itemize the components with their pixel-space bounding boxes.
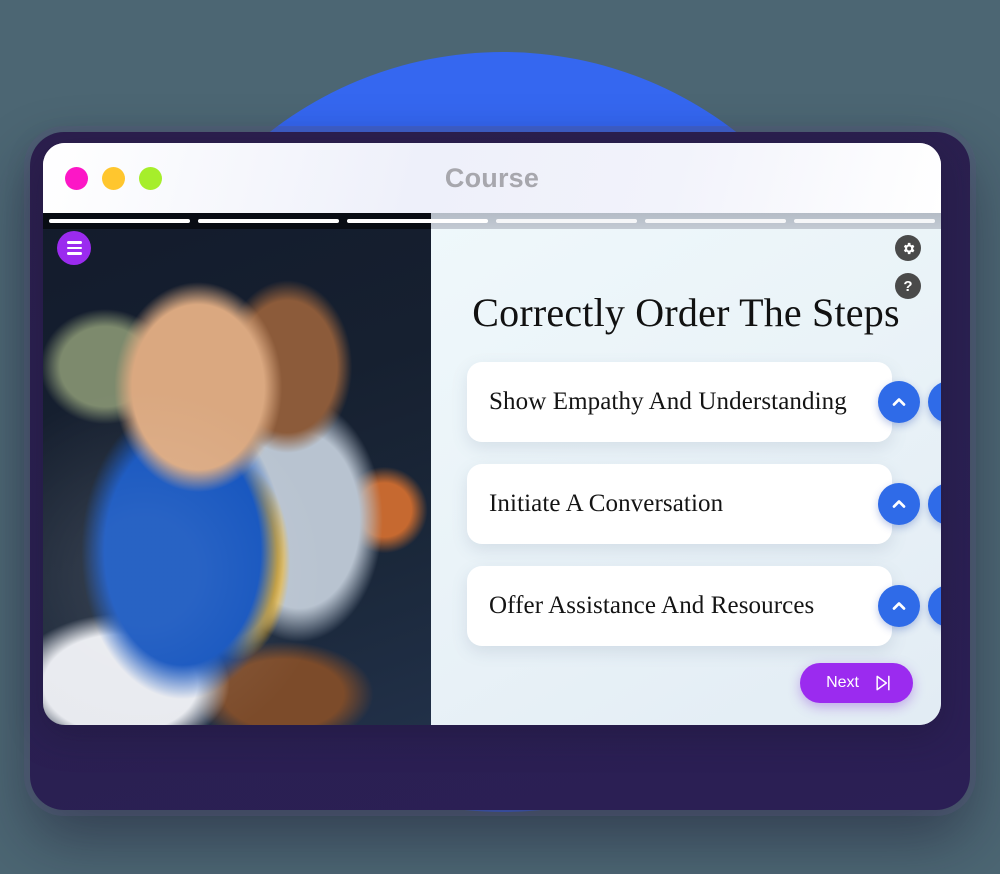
progress-segment-1 bbox=[49, 219, 190, 223]
hamburger-line bbox=[66, 241, 82, 244]
orderable-list: Show Empathy And Understanding Initiate … bbox=[431, 362, 941, 646]
list-item: Initiate A Conversation bbox=[467, 464, 941, 544]
window-title: Course bbox=[444, 162, 540, 193]
question-mark-icon[interactable]: ? bbox=[895, 273, 921, 299]
course-photo-pane bbox=[43, 213, 431, 725]
question-mark-glyph: ? bbox=[903, 277, 913, 295]
page-title: Correctly Order The Steps bbox=[472, 290, 900, 335]
course-photo bbox=[43, 213, 431, 725]
skip-forward-icon bbox=[873, 673, 893, 693]
chevron-down-icon[interactable] bbox=[928, 483, 941, 525]
progress-bar bbox=[43, 213, 941, 229]
course-content-pane: ? Correctly Order The Steps Show Empathy… bbox=[431, 213, 941, 725]
chevron-up-icon[interactable] bbox=[878, 483, 920, 525]
list-item-label: Initiate A Conversation bbox=[489, 490, 724, 517]
window-titlebar: Course bbox=[43, 143, 941, 213]
course-footer: Next bbox=[800, 663, 913, 703]
hamburger-icon[interactable] bbox=[57, 231, 91, 265]
chevron-up-icon[interactable] bbox=[878, 381, 920, 423]
hamburger-line bbox=[66, 252, 82, 255]
progress-segment-4 bbox=[496, 219, 637, 223]
list-item-label: Offer Assistance And Resources bbox=[489, 592, 815, 619]
window-body: ? Correctly Order The Steps Show Empathy… bbox=[43, 213, 941, 725]
list-item-label: Show Empathy And Understanding bbox=[489, 388, 847, 415]
list-item-card[interactable]: Offer Assistance And Resources bbox=[467, 566, 892, 646]
chevron-up-icon[interactable] bbox=[878, 585, 920, 627]
next-button[interactable]: Next bbox=[800, 663, 913, 703]
list-item-controls bbox=[878, 483, 941, 525]
chevron-down-icon[interactable] bbox=[928, 585, 941, 627]
next-button-label: Next bbox=[826, 674, 859, 691]
list-item-card[interactable]: Initiate A Conversation bbox=[467, 464, 892, 544]
app-window: Course ? Correctly Order The Steps Show … bbox=[43, 143, 941, 725]
progress-segment-5 bbox=[645, 219, 786, 223]
list-item-controls bbox=[878, 585, 941, 627]
progress-segment-2 bbox=[198, 219, 339, 223]
list-item-card[interactable]: Show Empathy And Understanding bbox=[467, 362, 892, 442]
page-stage: Course ? Correctly Order The Steps Show … bbox=[0, 0, 1000, 874]
progress-segment-6 bbox=[794, 219, 935, 223]
hamburger-line bbox=[66, 246, 82, 250]
progress-segment-3 bbox=[347, 219, 488, 223]
chevron-down-icon[interactable] bbox=[928, 381, 941, 423]
gear-icon[interactable] bbox=[895, 235, 921, 261]
course-tools: ? bbox=[895, 235, 921, 299]
list-item-controls bbox=[878, 381, 941, 423]
list-item: Show Empathy And Understanding bbox=[467, 362, 941, 442]
list-item: Offer Assistance And Resources bbox=[467, 566, 941, 646]
